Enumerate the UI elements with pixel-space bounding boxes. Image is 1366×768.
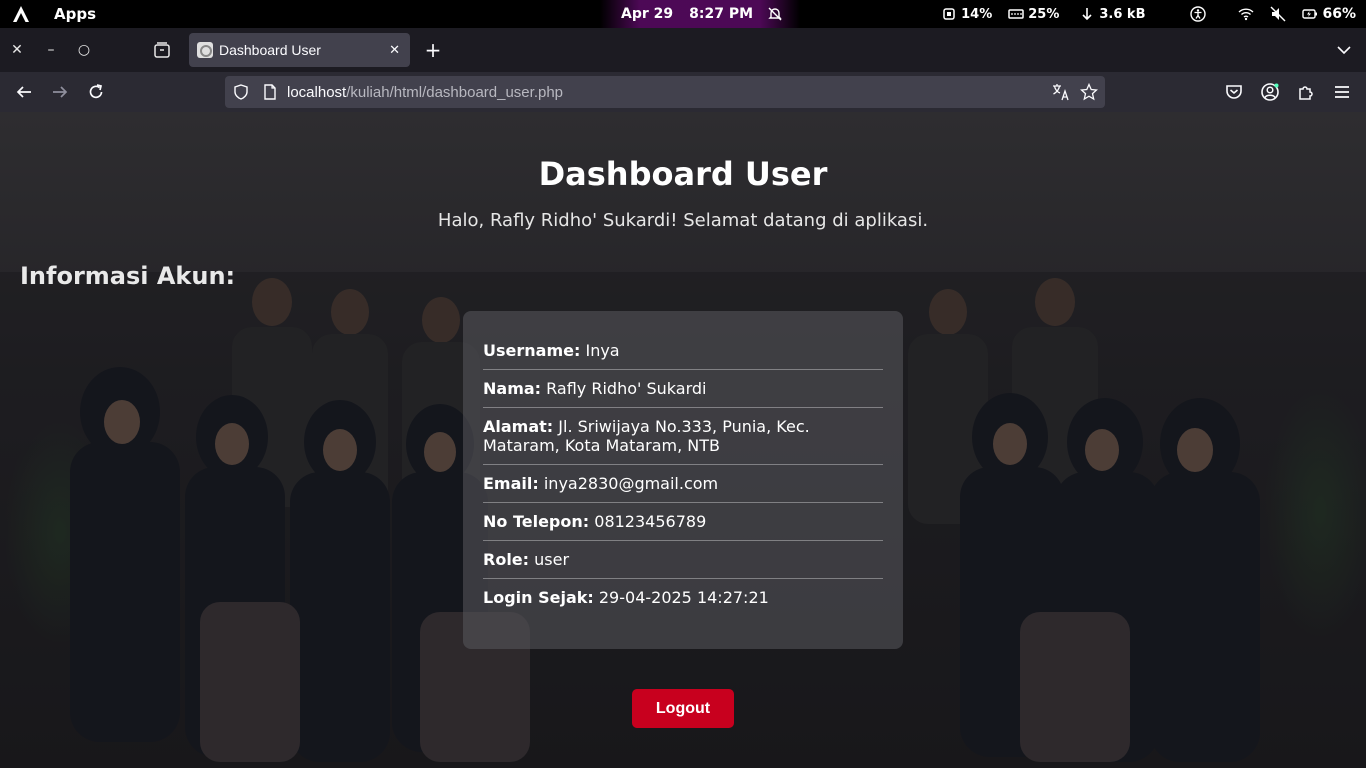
account-info-heading: Informasi Akun:: [20, 262, 236, 290]
battery-charging-icon: [1302, 9, 1318, 19]
memory-value: 25%: [1028, 6, 1060, 22]
clock-area[interactable]: Apr 29 8:27 PM: [600, 0, 800, 28]
arch-logo-icon[interactable]: [12, 5, 30, 23]
info-value: inya2830@gmail.com: [543, 474, 719, 493]
volume-muted-icon[interactable]: [1270, 6, 1286, 22]
url-host: localhost: [287, 83, 347, 101]
battery-value: 66%: [1322, 6, 1356, 22]
info-label: No Telepon:: [483, 512, 590, 531]
minimize-window-icon[interactable]: –: [41, 40, 61, 60]
account-icon[interactable]: [1260, 82, 1280, 102]
cpu-indicator[interactable]: 14%: [941, 6, 992, 22]
info-row-email: Email: inya2830@gmail.com: [483, 465, 883, 503]
info-value: 29-04-2025 14:27:21: [598, 588, 769, 607]
translate-icon[interactable]: [1052, 83, 1070, 101]
time-label: 8:27 PM: [689, 6, 754, 22]
menu-hamburger-icon[interactable]: [1332, 82, 1352, 102]
info-value: 08123456789: [594, 512, 707, 531]
tab-title: Dashboard User: [219, 42, 321, 58]
welcome-message: Halo, Rafly Ridho' Sukardi! Selamat data…: [437, 210, 929, 231]
page-favicon-icon: [197, 42, 213, 58]
info-row-username: Username: Inya: [483, 331, 883, 370]
info-label: Nama:: [483, 379, 542, 398]
cpu-value: 14%: [961, 6, 993, 22]
forward-arrow-icon[interactable]: [50, 82, 70, 102]
network-indicator[interactable]: 3.6 kB: [1079, 6, 1145, 22]
info-label: Email:: [483, 474, 539, 493]
memory-indicator[interactable]: 25%: [1008, 6, 1059, 22]
info-row-login-sejak: Login Sejak: 29-04-2025 14:27:21: [483, 579, 883, 616]
memory-icon: [1008, 9, 1024, 19]
info-label: Login Sejak:: [483, 588, 594, 607]
battery-indicator[interactable]: 66%: [1302, 6, 1356, 22]
pocket-icon[interactable]: [1224, 82, 1244, 102]
extensions-icon[interactable]: [1296, 82, 1316, 102]
account-info-card: Username: Inya Nama: Rafly Ridho' Sukard…: [463, 311, 903, 649]
download-arrow-icon: [1082, 8, 1092, 21]
wifi-icon[interactable]: [1238, 6, 1254, 22]
page-info-icon[interactable]: [262, 84, 278, 100]
info-row-nama: Nama: Rafly Ridho' Sukardi: [483, 370, 883, 408]
info-value: user: [534, 550, 570, 569]
accessibility-icon[interactable]: [1190, 6, 1207, 22]
apps-menu[interactable]: Apps: [54, 5, 96, 23]
browser-tab-strip: ✕ – ○ Dashboard User ✕ +: [0, 28, 1366, 72]
network-value: 3.6 kB: [1099, 6, 1146, 22]
info-label: Role:: [483, 550, 530, 569]
bookmark-star-icon[interactable]: [1080, 83, 1098, 101]
url-path: /kuliah/html/dashboard_user.php: [346, 83, 564, 101]
address-bar[interactable]: localhost/kuliah/html/dashboard_user.php: [225, 76, 1105, 108]
date-label: Apr 29: [621, 6, 674, 22]
url-text[interactable]: localhost/kuliah/html/dashboard_user.php: [287, 84, 563, 101]
close-tab-icon[interactable]: ✕: [389, 43, 400, 58]
window-controls: ✕ – ○: [0, 28, 185, 72]
tab-dashboard-user[interactable]: Dashboard User ✕: [189, 33, 410, 67]
maximize-window-icon[interactable]: ○: [74, 40, 94, 60]
info-row-alamat: Alamat: Jl. Sriwijaya No.333, Punia, Kec…: [483, 408, 883, 465]
page-content: Dashboard User Halo, Rafly Ridho' Sukard…: [0, 112, 1366, 768]
bell-off-icon: [768, 7, 782, 21]
info-value: Rafly Ridho' Sukardi: [546, 379, 707, 398]
page-title: Dashboard User: [538, 155, 828, 193]
info-row-telepon: No Telepon: 08123456789: [483, 503, 883, 541]
info-label: Username:: [483, 341, 581, 360]
system-top-bar: Apps Apr 29 8:27 PM 14% 25% 3.6 kB 66%: [0, 0, 1366, 28]
chevron-down-icon[interactable]: [1334, 40, 1354, 60]
info-value: Inya: [585, 341, 620, 360]
new-tab-icon[interactable]: +: [422, 38, 444, 62]
browser-nav-bar: localhost/kuliah/html/dashboard_user.php: [0, 72, 1366, 112]
shield-icon[interactable]: [233, 84, 249, 100]
logout-button[interactable]: Logout: [632, 689, 734, 728]
info-label: Alamat:: [483, 417, 554, 436]
reload-icon[interactable]: [86, 82, 106, 102]
info-row-role: Role: user: [483, 541, 883, 579]
tab-groups-icon[interactable]: [152, 40, 172, 60]
back-arrow-icon[interactable]: [14, 82, 34, 102]
close-window-icon[interactable]: ✕: [7, 40, 27, 60]
cpu-icon: [943, 8, 955, 20]
